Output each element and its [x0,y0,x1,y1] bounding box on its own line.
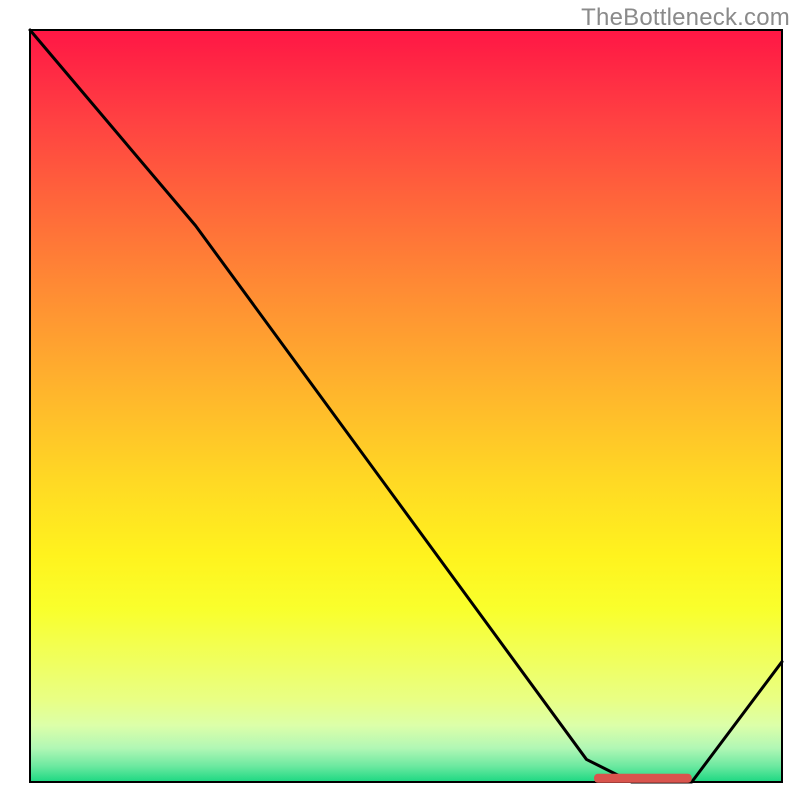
bottleneck-chart [0,0,800,800]
watermark-text: TheBottleneck.com [581,4,790,32]
plot-background [30,30,782,782]
optimal-range-marker [594,774,692,783]
